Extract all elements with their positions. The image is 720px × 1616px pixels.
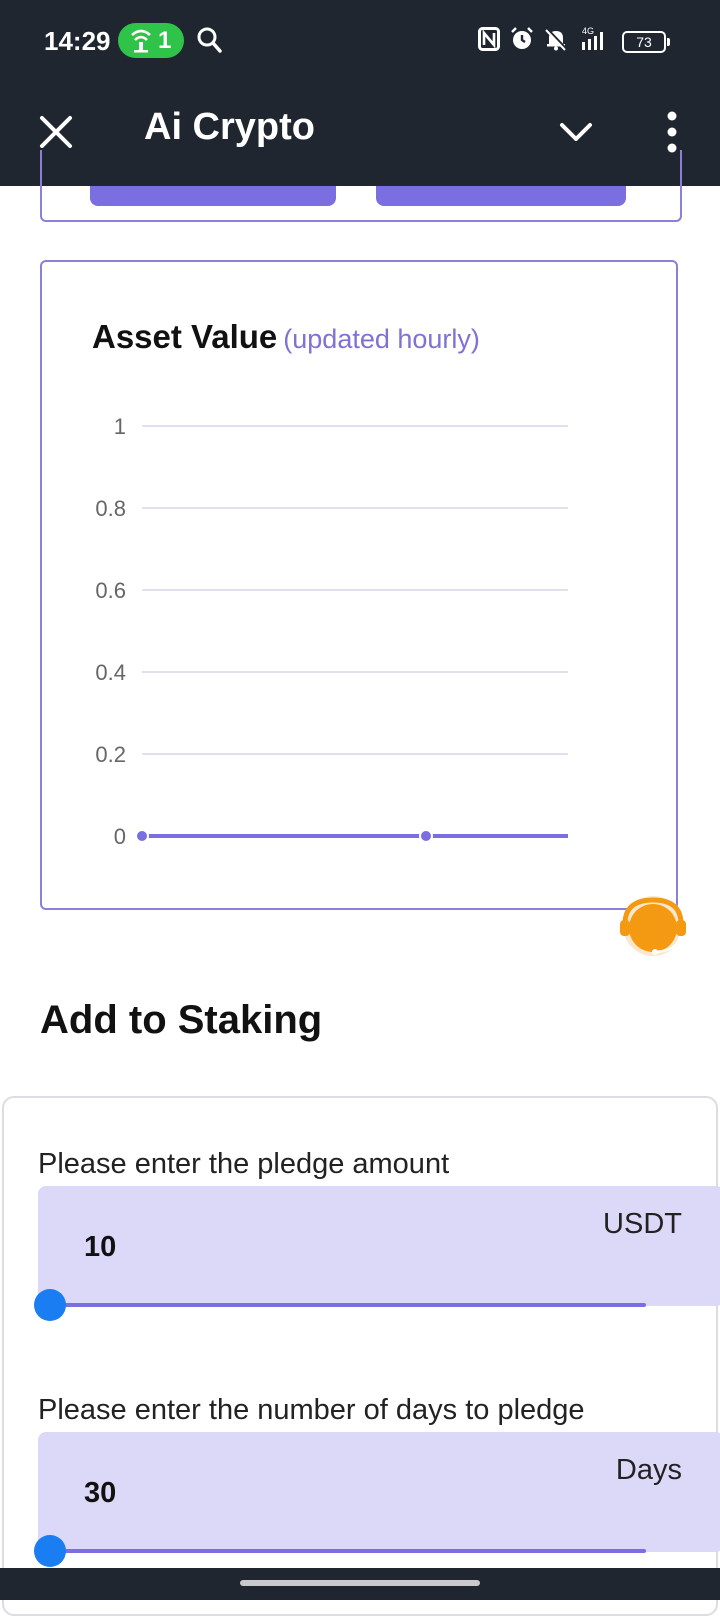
status-icons: 4G 73 <box>478 26 670 58</box>
hotspot-count: 1 <box>158 27 172 54</box>
pledge-amount-unit: USDT <box>603 1208 682 1240</box>
battery-indicator: 73 <box>622 31 670 53</box>
previous-card-button-left[interactable] <box>90 186 336 206</box>
data-point <box>419 829 433 843</box>
pledge-days-box: Days <box>38 1432 720 1552</box>
asset-value-chart: 1 0.8 0.6 0.4 0.2 0 <box>95 414 568 849</box>
pledge-amount-slider[interactable] <box>50 1303 646 1307</box>
search-icon <box>196 26 222 59</box>
y-tick-label: 0.6 <box>95 578 126 603</box>
data-point <box>135 829 149 843</box>
y-tick-label: 0.2 <box>95 742 126 767</box>
y-tick-label: 0.8 <box>95 496 126 521</box>
status-bar: 14:29 1 4G 73 <box>0 0 720 82</box>
staking-form-card: Please enter the pledge amount USDT Plea… <box>2 1096 720 1616</box>
alarm-icon <box>510 27 534 57</box>
previous-card <box>40 150 682 222</box>
pledge-amount-box: USDT <box>38 1186 720 1306</box>
more-vertical-icon[interactable] <box>652 108 692 156</box>
mute-icon <box>544 27 568 57</box>
chevron-down-icon[interactable] <box>556 112 596 152</box>
section-title: Add to Staking <box>40 998 323 1042</box>
hotspot-badge: 1 <box>118 23 184 58</box>
pledge-days-label: Please enter the number of days to pledg… <box>38 1394 585 1426</box>
pledge-days-slider-thumb[interactable] <box>34 1535 66 1567</box>
customer-support-headset-icon[interactable] <box>606 894 700 958</box>
asset-value-card: Asset Value (updated hourly) 1 0.8 0.6 0.4 0.… <box>40 260 678 910</box>
pledge-days-slider[interactable] <box>50 1549 646 1553</box>
y-tick-label: 0.4 <box>95 660 126 685</box>
pledge-days-input[interactable] <box>82 1472 486 1514</box>
page-title: Ai Crypto <box>144 106 315 148</box>
nfc-icon <box>478 27 500 57</box>
close-icon[interactable] <box>36 112 76 152</box>
navigation-bar <box>0 1568 720 1600</box>
pledge-amount-label: Please enter the pledge amount <box>38 1148 450 1180</box>
y-tick-label: 1 <box>114 414 126 439</box>
pledge-days-unit: Days <box>615 1454 682 1486</box>
pledge-amount-slider-thumb[interactable] <box>34 1289 66 1321</box>
network-type: 4G <box>582 26 594 36</box>
previous-card-button-right[interactable] <box>376 186 626 206</box>
signal-icon: 4G <box>578 26 612 58</box>
status-time: 14:29 <box>44 26 111 56</box>
hotspot-icon <box>130 27 152 60</box>
y-tick-label: 0 <box>114 824 126 849</box>
home-handle[interactable] <box>240 1580 480 1586</box>
pledge-amount-input[interactable] <box>82 1226 486 1268</box>
